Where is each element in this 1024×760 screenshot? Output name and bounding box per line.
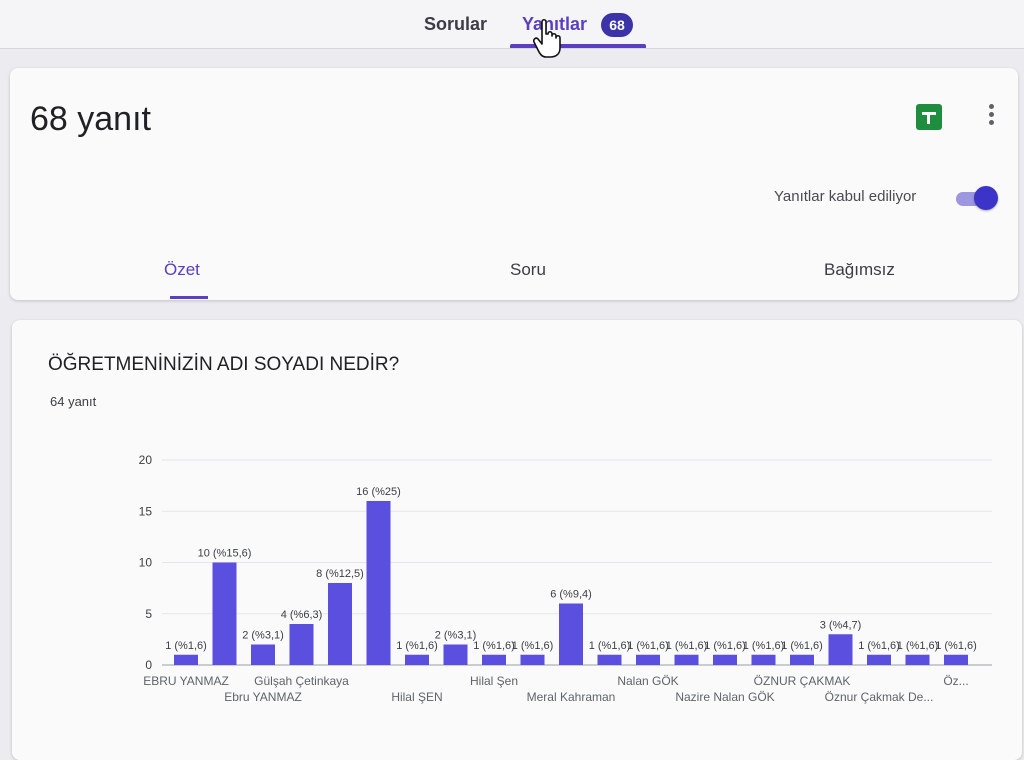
data-label: 6 (%9,4) — [550, 589, 592, 601]
tab-individual[interactable]: Bağımsız — [824, 260, 895, 280]
category-label: Nazire Nalan GÖK — [675, 690, 774, 704]
category-label: Gülşah Çetinkaya — [254, 674, 349, 688]
bar — [212, 562, 237, 665]
category-label: Öznur Çakmak De... — [825, 690, 934, 704]
data-label: 1 (%1,6) — [781, 640, 823, 652]
summary-header-card: 68 yanıt Yanıtlar kabul ediliyor Özet So… — [10, 68, 1018, 300]
bar — [174, 654, 198, 665]
sheets-icon[interactable] — [916, 104, 942, 130]
responses-count-badge: 68 — [601, 13, 633, 37]
data-label: 2 (%3,1) — [242, 630, 284, 642]
active-subtab-indicator — [170, 296, 208, 299]
bar — [790, 654, 814, 665]
more-vert-icon[interactable] — [984, 102, 998, 132]
y-tick-label: 10 — [139, 556, 153, 570]
data-label: 1 (%1,6) — [589, 640, 631, 652]
page-title: 68 yanıt — [30, 100, 151, 138]
bar — [828, 634, 853, 665]
tab-questions[interactable]: Sorular — [424, 14, 487, 35]
accepting-responses-toggle[interactable] — [952, 184, 1000, 210]
y-tick-label: 0 — [145, 658, 152, 672]
tab-question[interactable]: Soru — [510, 260, 546, 280]
data-label: 1 (%1,6) — [858, 640, 900, 652]
bar — [520, 654, 545, 665]
bar — [482, 654, 506, 665]
data-label: 16 (%25) — [356, 486, 401, 498]
data-label: 1 (%1,6) — [512, 640, 554, 652]
accepting-responses-label: Yanıtlar kabul ediliyor — [774, 188, 917, 205]
bar — [636, 654, 660, 665]
data-label: 1 (%1,6) — [897, 640, 939, 652]
data-label: 2 (%3,1) — [435, 630, 477, 642]
data-label: 10 (%15,6) — [198, 548, 252, 560]
bar — [366, 501, 391, 665]
category-label: EBRU YANMAZ — [143, 674, 229, 688]
question-summary-card: ÖĞRETMENİNİZİN ADI SOYADI NEDİR? 64 yanı… — [12, 320, 1022, 760]
bar — [867, 654, 891, 665]
data-label: 1 (%1,6) — [396, 640, 438, 652]
tab-summary[interactable]: Özet — [164, 260, 200, 280]
bar — [713, 654, 737, 665]
bar — [674, 654, 699, 665]
data-label: 1 (%1,6) — [666, 640, 708, 652]
y-tick-label: 20 — [139, 453, 153, 467]
data-label: 1 (%1,6) — [743, 640, 785, 652]
bar — [405, 654, 429, 665]
active-tab-indicator — [510, 44, 646, 48]
data-label: 1 (%1,6) — [473, 640, 515, 652]
data-label: 4 (%6,3) — [281, 609, 323, 621]
category-label: Hilal ŞEN — [391, 690, 442, 704]
category-label: ÖZNUR ÇAKMAK — [754, 674, 851, 688]
data-label: 1 (%1,6) — [627, 640, 669, 652]
data-label: 3 (%4,7) — [820, 619, 862, 631]
category-label: Hilal Şen — [470, 674, 518, 688]
data-label: 8 (%12,5) — [316, 568, 364, 580]
bar — [251, 644, 275, 665]
data-label: 1 (%1,6) — [704, 640, 746, 652]
category-label: Nalan GÖK — [617, 674, 678, 688]
bar — [559, 603, 583, 665]
bar — [905, 654, 930, 665]
bar — [597, 654, 622, 665]
bar-chart: 0 5 10 15 20 1 (%1,6) 10 (%15,6) 2 (%3,1) 4 (%6,… — [139, 453, 992, 704]
category-label: Meral Kahraman — [527, 690, 616, 704]
category-label: Öz... — [943, 674, 968, 688]
data-label: 1 (%1,6) — [165, 640, 207, 652]
bar — [289, 624, 314, 665]
data-label: 1 (%1,6) — [935, 640, 977, 652]
bar — [751, 654, 776, 665]
category-label: Ebru YANMAZ — [224, 690, 302, 704]
hand-cursor-icon — [533, 18, 561, 58]
bar — [443, 644, 468, 665]
bar — [944, 654, 968, 665]
top-tab-bar: Sorular Yanıtlar 68 — [0, 0, 1024, 58]
y-tick-label: 15 — [139, 504, 153, 518]
y-tick-label: 5 — [145, 607, 152, 621]
bar — [328, 583, 352, 665]
